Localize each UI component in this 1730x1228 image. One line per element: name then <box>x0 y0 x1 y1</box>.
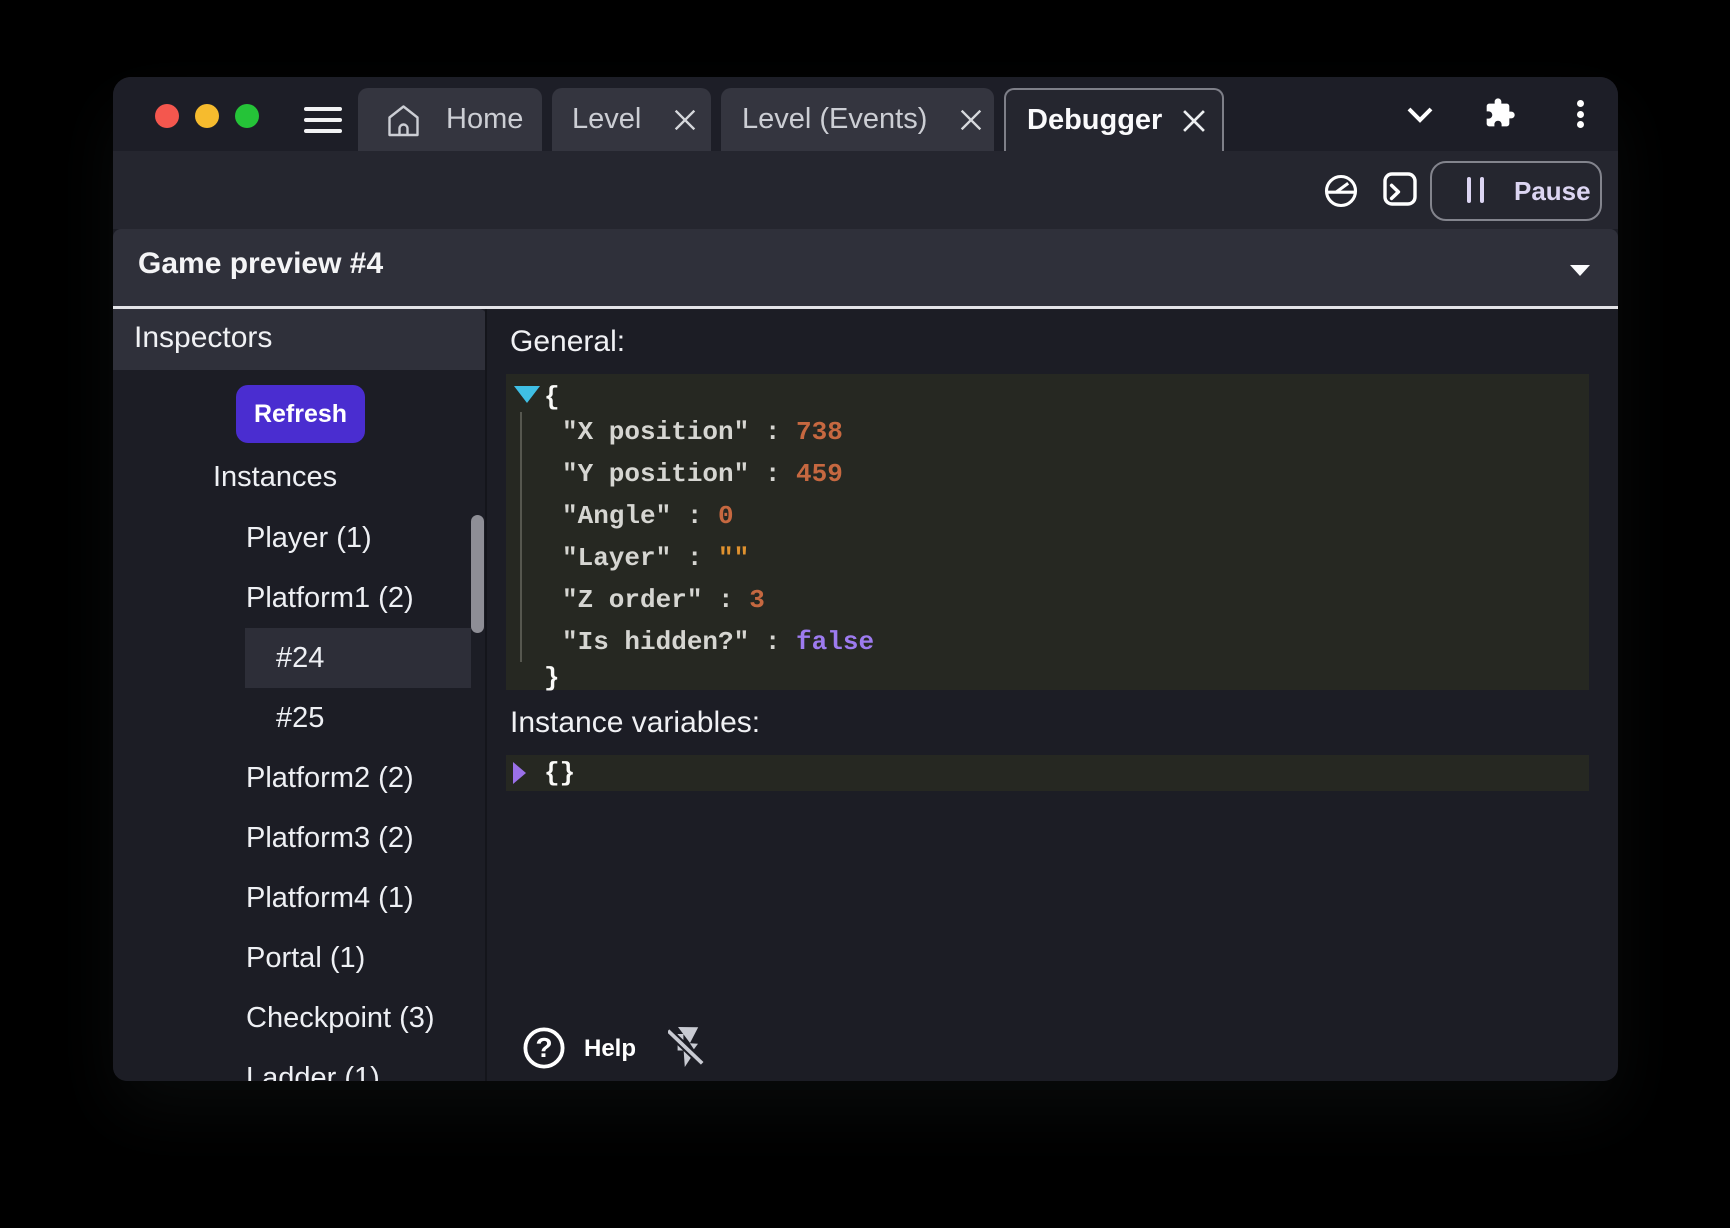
svg-text:?: ? <box>535 1032 552 1063</box>
